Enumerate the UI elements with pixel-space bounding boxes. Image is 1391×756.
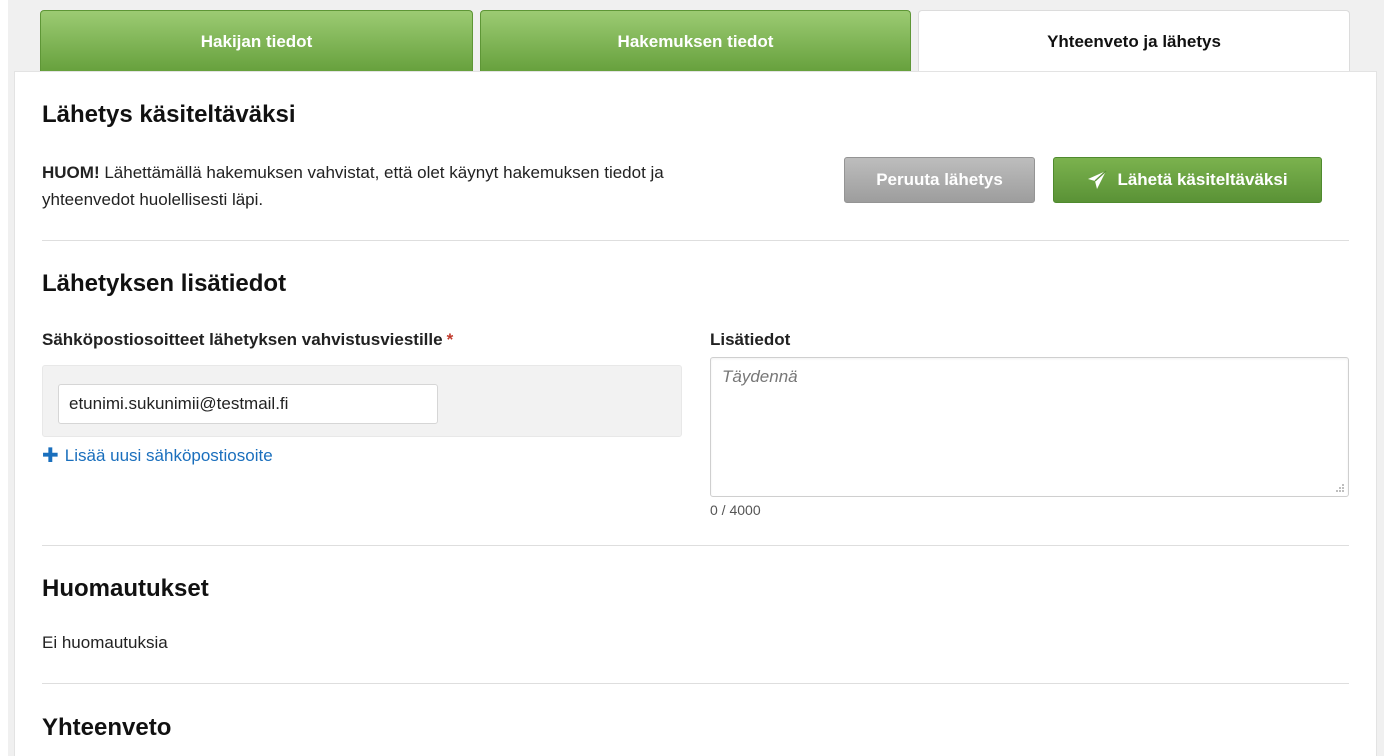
plus-icon: ✚	[42, 445, 59, 467]
remarks-title: Huomautukset	[42, 575, 209, 602]
cancel-submit-button[interactable]: Peruuta lähetys	[844, 157, 1035, 203]
resize-handle-icon[interactable]	[1333, 481, 1345, 493]
notes-label: Lisätiedot	[710, 330, 791, 349]
tab-label: Hakijan tiedot	[200, 31, 313, 51]
submit-notice: HUOM! Lähettämällä hakemuksen vahvistat,…	[42, 159, 702, 213]
email-label-text: Sähköpostiosoitteet lähetyksen vahvistus…	[42, 330, 443, 349]
add-email-link[interactable]: ✚ Lisää uusi sähköpostiosoite	[42, 446, 273, 466]
tab-label: Hakemuksen tiedot	[617, 31, 774, 51]
tab-summary-and-submit[interactable]: Yhteenveto ja lähetys	[918, 10, 1350, 72]
email-field-label: Sähköpostiosoitteet lähetyksen vahvistus…	[42, 330, 453, 350]
notes-textarea[interactable]	[710, 357, 1349, 497]
send-for-processing-button[interactable]: Lähetä käsiteltäväksi	[1053, 157, 1322, 203]
extra-info-title: Lähetyksen lisätiedot	[42, 270, 287, 297]
tab-application-info[interactable]: Hakemuksen tiedot	[480, 10, 911, 72]
cancel-submit-label: Peruuta lähetys	[876, 170, 1003, 189]
tab-bar: Hakijan tiedot Hakemuksen tiedot Yhteenv…	[40, 10, 1350, 72]
summary-title: Yhteenveto	[42, 714, 172, 741]
required-marker: *	[446, 330, 454, 349]
section-divider	[42, 545, 1349, 546]
notice-bold: HUOM!	[42, 163, 100, 182]
section-divider	[42, 683, 1349, 684]
remarks-text: Ei huomautuksia	[42, 633, 168, 652]
add-email-label: Lisää uusi sähköpostiosoite	[64, 446, 273, 465]
send-label: Lähetä käsiteltäväksi	[1117, 170, 1288, 189]
email-field[interactable]	[58, 384, 438, 424]
tab-label: Yhteenveto ja lähetys	[1047, 31, 1221, 51]
char-counter: 0 / 4000	[710, 502, 761, 518]
section-divider	[42, 240, 1349, 241]
notice-text: Lähettämällä hakemuksen vahvistat, että …	[42, 163, 664, 209]
tab-applicant-info[interactable]: Hakijan tiedot	[40, 10, 473, 72]
paper-plane-icon	[1088, 170, 1107, 189]
submit-section-title: Lähetys käsiteltäväksi	[42, 101, 296, 128]
